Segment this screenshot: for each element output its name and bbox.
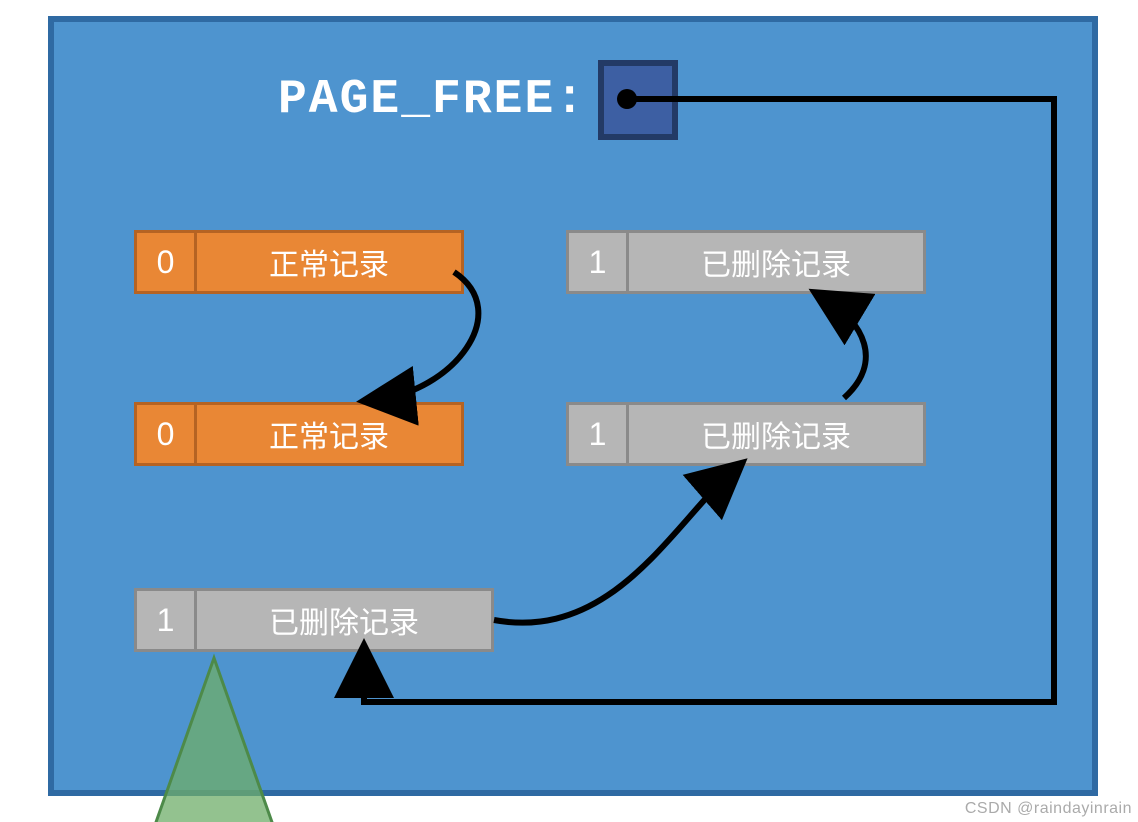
record-flag: 0 <box>137 233 197 291</box>
record-flag: 1 <box>137 591 197 649</box>
record-label: 正常记录 <box>197 405 461 463</box>
record-flag: 1 <box>569 405 629 463</box>
record-label: 已删除记录 <box>629 233 923 291</box>
record-label: 已删除记录 <box>629 405 923 463</box>
pointer-triangle-icon <box>149 658 279 822</box>
record-deleted-3: 1 已删除记录 <box>566 402 926 466</box>
arrow-r3-to-r5 <box>494 470 734 623</box>
record-label: 正常记录 <box>197 233 461 291</box>
title-row: PAGE_FREE: <box>278 60 678 140</box>
record-flag: 0 <box>137 405 197 463</box>
page-title: PAGE_FREE: <box>278 73 586 127</box>
list-head-node <box>598 60 678 140</box>
record-deleted-1: 1 已删除记录 <box>134 588 494 652</box>
record-normal-2: 0 正常记录 <box>134 402 464 466</box>
watermark-text: CSDN @raindayinrain <box>965 800 1132 818</box>
record-label: 已删除记录 <box>197 591 491 649</box>
record-flag: 1 <box>569 233 629 291</box>
page-free-panel: PAGE_FREE: 0 正常记录 0 正常记录 1 已删除记录 1 已删除记录… <box>48 16 1098 796</box>
record-normal-1: 0 正常记录 <box>134 230 464 294</box>
record-deleted-2: 1 已删除记录 <box>566 230 926 294</box>
diagram-stage: PAGE_FREE: 0 正常记录 0 正常记录 1 已删除记录 1 已删除记录… <box>0 0 1138 822</box>
arrow-r5-to-r4 <box>824 298 866 398</box>
